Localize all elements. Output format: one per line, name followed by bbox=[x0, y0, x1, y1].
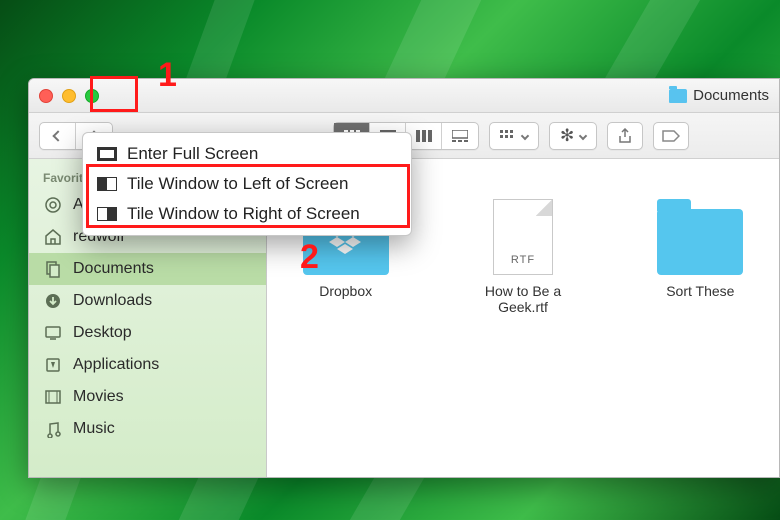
action-button[interactable]: ✻ bbox=[549, 122, 597, 150]
file-label: Dropbox bbox=[319, 283, 372, 299]
music-icon bbox=[43, 419, 63, 439]
sidebar-item-music[interactable]: Music bbox=[29, 413, 266, 445]
column-view-icon bbox=[416, 130, 432, 142]
traffic-lights bbox=[39, 89, 99, 103]
share-icon bbox=[618, 128, 632, 144]
file-item-rtf[interactable]: RTF How to Be a Geek.rtf bbox=[464, 199, 581, 315]
annotation-number-2: 2 bbox=[300, 238, 319, 277]
sidebar-item-applications[interactable]: Applications bbox=[29, 349, 266, 381]
folder-icon bbox=[657, 209, 743, 275]
tile-left-icon bbox=[97, 177, 117, 191]
back-button[interactable] bbox=[40, 123, 76, 149]
documents-icon bbox=[43, 259, 63, 279]
sidebar-item-movies[interactable]: Movies bbox=[29, 381, 266, 413]
sidebar-item-label: Movies bbox=[73, 388, 124, 406]
sidebar-item-desktop[interactable]: Desktop bbox=[29, 317, 266, 349]
menu-item-label: Enter Full Screen bbox=[127, 144, 258, 164]
annotation-number-1: 1 bbox=[158, 56, 177, 95]
chevron-down-icon bbox=[579, 131, 587, 139]
sidebar-item-downloads[interactable]: Downloads bbox=[29, 285, 266, 317]
gear-icon: ✻ bbox=[560, 126, 574, 146]
file-item-folder[interactable]: Sort These bbox=[642, 199, 759, 315]
gallery-view-icon bbox=[452, 130, 468, 142]
menu-item-tile-left[interactable]: Tile Window to Left of Screen bbox=[83, 169, 411, 199]
airdrop-icon bbox=[43, 195, 63, 215]
desktop-icon bbox=[43, 323, 63, 343]
sidebar-item-label: Downloads bbox=[73, 292, 152, 310]
chevron-down-icon bbox=[521, 131, 529, 139]
zoom-button[interactable] bbox=[85, 89, 99, 103]
grid-icon bbox=[500, 130, 516, 142]
sidebar-item-label: Documents bbox=[73, 260, 154, 278]
sidebar-item-label: Music bbox=[73, 420, 115, 438]
document-badge: RTF bbox=[494, 254, 552, 266]
file-label: Sort These bbox=[666, 283, 734, 299]
sidebar-item-label: Desktop bbox=[73, 324, 132, 342]
tags-button[interactable] bbox=[653, 122, 689, 150]
close-button[interactable] bbox=[39, 89, 53, 103]
tag-icon bbox=[662, 130, 680, 142]
menu-item-label: Tile Window to Left of Screen bbox=[127, 174, 348, 194]
window-title-text: Documents bbox=[693, 87, 769, 104]
menu-item-tile-right[interactable]: Tile Window to Right of Screen bbox=[83, 199, 411, 229]
window-title: Documents bbox=[669, 87, 769, 104]
titlebar: Documents bbox=[29, 79, 779, 113]
document-icon: RTF bbox=[493, 199, 553, 275]
sidebar-item-label: Applications bbox=[73, 356, 159, 374]
chevron-left-icon bbox=[52, 130, 63, 141]
movies-icon bbox=[43, 387, 63, 407]
menu-item-fullscreen[interactable]: Enter Full Screen bbox=[83, 139, 411, 169]
zoom-context-menu: Enter Full Screen Tile Window to Left of… bbox=[82, 132, 412, 236]
home-icon bbox=[43, 227, 63, 247]
downloads-icon bbox=[43, 291, 63, 311]
sidebar-item-documents[interactable]: Documents bbox=[29, 253, 266, 285]
fullscreen-icon bbox=[97, 147, 117, 161]
tile-right-icon bbox=[97, 207, 117, 221]
minimize-button[interactable] bbox=[62, 89, 76, 103]
share-button[interactable] bbox=[607, 122, 643, 150]
view-gallery-button[interactable] bbox=[442, 123, 478, 149]
menu-item-label: Tile Window to Right of Screen bbox=[127, 204, 360, 224]
applications-icon bbox=[43, 355, 63, 375]
file-label: How to Be a Geek.rtf bbox=[464, 283, 581, 315]
arrange-button[interactable] bbox=[489, 122, 539, 150]
folder-icon bbox=[669, 89, 687, 103]
